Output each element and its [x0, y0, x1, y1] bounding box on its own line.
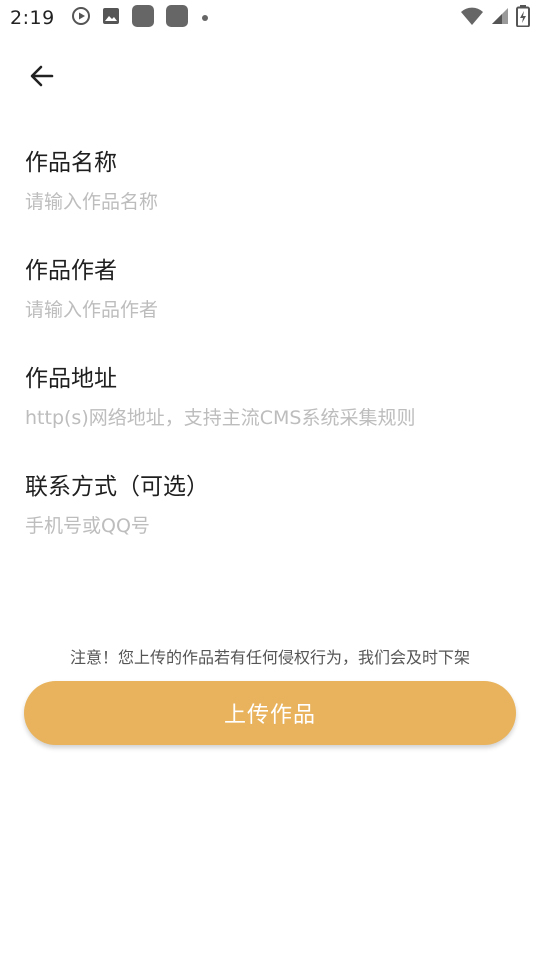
arrow-left-icon [28, 62, 56, 94]
upload-work-screen: 2:19 作品名称 请输入作品名称 作品作者 请输入作品作者 作品地址 http… [0, 0, 540, 960]
work-url-field: 作品地址 [25, 361, 515, 469]
work-name-input[interactable] [25, 185, 515, 219]
battery-charging-icon [516, 5, 530, 31]
status-time: 2:19 [10, 7, 55, 29]
copyright-notice: 注意！您上传的作品若有任何侵权行为，我们会及时下架 [69, 648, 470, 667]
work-author-input[interactable] [25, 293, 515, 327]
signal-icon [490, 6, 510, 30]
upload-work-button[interactable]: 上传作品 [24, 681, 516, 745]
work-url-input[interactable] [25, 401, 515, 435]
more-notifications-dot-icon [199, 9, 211, 28]
system-icons [460, 5, 530, 31]
work-author-field: 作品作者 [25, 253, 515, 361]
work-author-label: 作品作者 [25, 258, 117, 284]
work-name-label: 作品名称 [25, 150, 117, 176]
work-name-field: 作品名称 [25, 145, 515, 253]
play-icon [71, 6, 91, 30]
upload-form: 作品名称 作品作者 作品地址 联系方式（可选） [25, 145, 515, 577]
app-notification-icon [131, 4, 155, 32]
contact-field: 联系方式（可选） [25, 469, 515, 577]
back-button[interactable] [22, 58, 62, 98]
contact-label: 联系方式（可选） [25, 474, 209, 500]
status-bar: 2:19 [0, 0, 540, 36]
work-url-label: 作品地址 [25, 366, 117, 392]
image-icon [101, 6, 121, 30]
notification-icons [71, 4, 211, 32]
contact-input[interactable] [25, 509, 515, 543]
app-notification-icon [165, 4, 189, 32]
wifi-icon [460, 6, 484, 30]
